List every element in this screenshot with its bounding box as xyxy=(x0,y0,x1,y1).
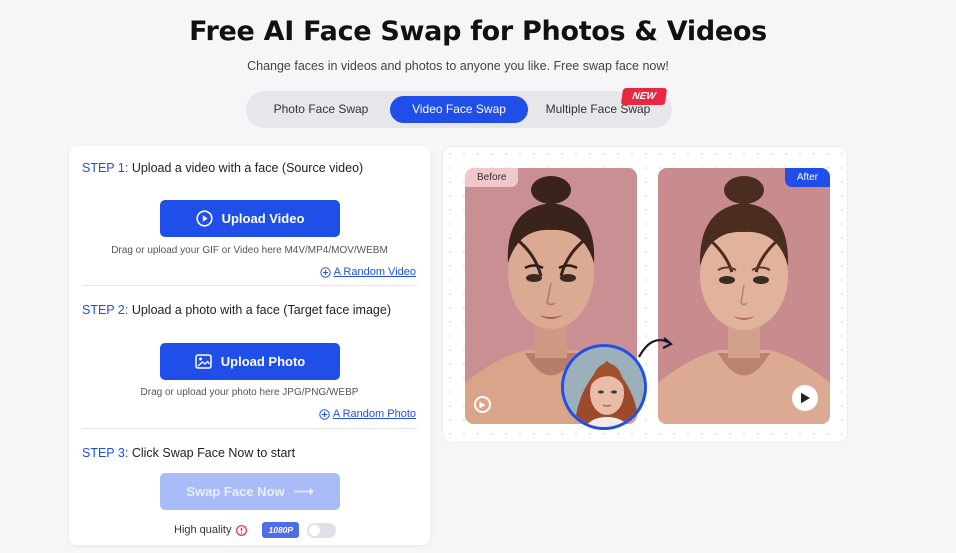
upload-photo-button[interactable]: Upload Photo xyxy=(160,343,340,380)
page-subtitle: Change faces in videos and photos to any… xyxy=(247,59,669,73)
curved-arrow-icon xyxy=(638,337,673,358)
step1-heading: STEP 1: Upload a video with a face (Sour… xyxy=(82,161,363,175)
play-icon[interactable] xyxy=(474,396,491,413)
page-title: Free AI Face Swap for Photos & Videos xyxy=(189,16,767,47)
step2-text: Upload a photo with a face (Target face … xyxy=(131,303,391,317)
upload-video-hint: Drag or upload your GIF or Video here M4… xyxy=(111,245,388,256)
upload-photo-hint: Drag or upload your photo here JPG/PNG/W… xyxy=(140,387,359,398)
new-badge: NEW xyxy=(620,88,668,105)
random-photo-label: A Random Photo xyxy=(332,408,416,420)
play-icon[interactable] xyxy=(792,385,818,411)
high-quality-row: High quality 1080P xyxy=(174,522,337,538)
swap-face-now-label: Swap Face Now xyxy=(186,484,285,499)
upload-photo-label: Upload Photo xyxy=(220,354,306,369)
image-icon xyxy=(195,354,212,369)
step3-text: Click Swap Face Now to start xyxy=(131,446,296,460)
play-circle-icon xyxy=(195,210,213,227)
high-quality-label: High quality xyxy=(174,524,232,536)
tab-video-face-swap[interactable]: Video Face Swap xyxy=(390,96,528,123)
swap-face-now-button[interactable]: Swap Face Now ⟶ xyxy=(160,473,340,510)
resolution-badge: 1080P xyxy=(262,522,300,538)
step2-number: STEP 2: xyxy=(82,303,129,317)
arrow-right-icon: ⟶ xyxy=(293,483,314,499)
after-photo: After xyxy=(658,168,830,424)
random-photo-link[interactable]: A Random Photo xyxy=(319,408,416,420)
step2-heading: STEP 2: Upload a photo with a face (Targ… xyxy=(82,303,391,317)
step3-heading: STEP 3: Click Swap Face Now to start xyxy=(82,446,295,460)
after-label: After xyxy=(784,168,830,187)
step1-number: STEP 1: xyxy=(82,161,129,175)
high-quality-toggle[interactable] xyxy=(307,522,337,538)
divider xyxy=(82,285,417,286)
upload-panel: STEP 1: Upload a video with a face (Sour… xyxy=(69,146,430,545)
before-label: Before xyxy=(465,168,519,187)
random-video-link[interactable]: A Random Video xyxy=(319,266,416,278)
tab-photo-face-swap[interactable]: Photo Face Swap xyxy=(254,96,388,123)
warning-icon[interactable] xyxy=(236,524,248,536)
upload-video-button[interactable]: Upload Video xyxy=(160,200,340,237)
step3-number: STEP 3: xyxy=(82,446,129,460)
random-video-label: A Random Video xyxy=(333,266,416,278)
upload-video-label: Upload Video xyxy=(221,211,305,226)
step1-text: Upload a video with a face (Source video… xyxy=(131,161,364,175)
plus-circle-icon xyxy=(319,266,331,278)
divider xyxy=(82,428,417,429)
before-after-preview: Before After xyxy=(442,146,848,443)
plus-circle-icon xyxy=(319,408,330,420)
mode-tabs: Photo Face Swap Video Face Swap Multiple… xyxy=(246,88,672,128)
source-face-avatar xyxy=(561,344,647,430)
